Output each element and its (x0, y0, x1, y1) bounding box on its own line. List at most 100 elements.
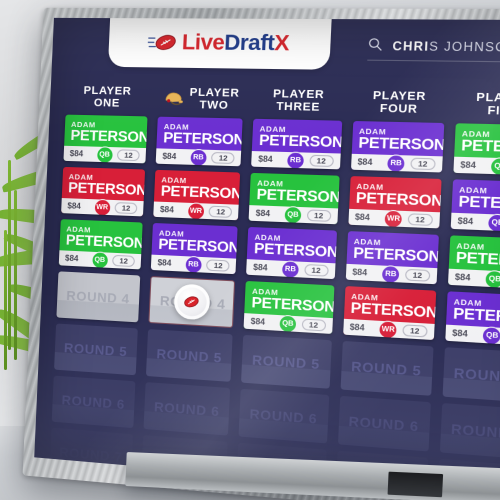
draft-pick-card[interactable]: ADAMPETERSON$84QB12 (243, 280, 335, 334)
player-position-badge: QB (278, 314, 298, 333)
draft-board: ADAM PETERSON $84 QB 12 ADAM PETERSON $84 RB 12 AD… (34, 114, 500, 500)
player-price: $84 (454, 272, 471, 283)
round-slot-label: ROUND 5 (156, 345, 223, 366)
plant-stem (4, 230, 7, 370)
football-icon (181, 294, 202, 309)
player-position-badge: RB (380, 264, 401, 284)
search-input[interactable]: CHRIS JOHNSON (392, 41, 500, 55)
player-last-name: PETERSON (460, 137, 500, 158)
draft-pick-card[interactable]: ADAM PETERSON $84 RB 12 (350, 120, 445, 173)
brand-part-x: X (273, 30, 290, 56)
card-stats-bar: $84QB12 (445, 324, 500, 347)
player-last-name: PETERSON (458, 193, 500, 215)
player-rank: 12 (208, 205, 233, 218)
round-slot-label: ROUND 6 (450, 420, 500, 442)
player-rank: 12 (114, 202, 138, 215)
card-name-area: ADAM PETERSON (349, 176, 441, 212)
empty-round-slot[interactable]: ROUND 5 (241, 334, 332, 389)
football-helmet-icon (163, 91, 183, 107)
player-position-badge: RB (184, 255, 203, 274)
column-header-player-1[interactable]: PLAYER ONE (66, 78, 150, 116)
column-header-player-2[interactable]: PLAYER TWO (158, 80, 245, 119)
player-price: $84 (67, 201, 81, 211)
round-slot-label: ROUND 5 (63, 339, 128, 359)
player-rank: 12 (301, 318, 326, 332)
draft-pick-card[interactable]: ADAMPETERSON$84QB12 (58, 219, 143, 270)
draft-pick-card[interactable]: ADAMPETERSON$84QB12 (445, 291, 500, 347)
player-position-badge: QB (90, 250, 109, 269)
empty-round-slot[interactable]: ROUND 5 (442, 347, 500, 404)
card-name-area: ADAM PETERSON (449, 235, 500, 273)
card-name-area: ADAM PETERSON (454, 123, 500, 159)
column-header-line1: PLAYER (83, 84, 132, 98)
player-price: $84 (452, 328, 468, 339)
draft-pick-card[interactable]: ADAMPETERSON$84QB12 (248, 172, 340, 225)
brand-part-draft: Draft (223, 30, 276, 55)
draft-pick-card[interactable]: ADAMPETERSON$84QB12 (447, 235, 500, 290)
player-price: $84 (157, 257, 172, 268)
column-header-line1: PLAYER (476, 91, 500, 106)
empty-round-slot[interactable]: ROUND 5 (340, 340, 434, 396)
player-rank: 12 (407, 213, 433, 226)
search-bar[interactable]: CHRIS JOHNSON (367, 37, 500, 59)
draft-pick-card[interactable]: ADAM PETERSON $84 WR 12 (61, 166, 146, 217)
draft-pick-card[interactable]: ADAM PETERSON $84 WR 12 (153, 169, 241, 221)
player-price: $84 (159, 204, 175, 215)
draft-pick-card[interactable]: ADAMPETERSON$84QB12 (453, 123, 500, 176)
empty-round-slot[interactable]: ROUND 5 (54, 323, 139, 376)
card-name-area: ADAM PETERSON (343, 286, 436, 324)
round-slot-label: ROUND 6 (153, 398, 220, 419)
player-last-name: PETERSON (67, 180, 146, 200)
draft-pick-card[interactable]: ADAMPETERSON$84QB12 (450, 179, 500, 233)
empty-round-slot[interactable]: ROUND 6 (143, 382, 231, 436)
column-header-player-5[interactable]: PLAYER FIVE (456, 84, 500, 125)
card-stats-bar: $84QB12 (447, 268, 500, 290)
column-header-player-4[interactable]: PLAYER FOUR (353, 83, 446, 123)
column-header-line1: PLAYER (272, 87, 325, 102)
empty-round-slot[interactable]: ROUND 6 (238, 388, 329, 444)
column-header-label: PLAYER THREE (272, 87, 325, 114)
card-name-area: ADAM PETERSON (351, 121, 444, 156)
player-rank: 12 (306, 209, 331, 222)
player-last-name: PETERSON (160, 183, 241, 203)
column-header-line2: THREE (275, 100, 321, 114)
column-header-label: PLAYER ONE (83, 84, 132, 110)
card-name-area: ADAM PETERSON (157, 117, 243, 151)
draft-pick-card[interactable]: ADAMPETERSON$84QB12 (63, 114, 148, 164)
empty-round-slot[interactable]: ROUND 6 (337, 395, 431, 452)
player-position-badge: QB (490, 156, 500, 176)
draft-pick-card[interactable]: ADAM PETERSON $84 RB 12 (345, 231, 439, 285)
player-price: $84 (253, 262, 268, 273)
draft-pick-card[interactable]: ADAM PETERSON $84 WR 12 (342, 286, 437, 341)
empty-round-slot[interactable]: ROUND 4 (56, 271, 141, 323)
app-header: LiveDraftX CHRIS JOHNSON (51, 17, 500, 80)
draft-pick-card[interactable]: ADAM PETERSON $84 RB 12 (150, 222, 239, 275)
player-last-name: PETERSON (253, 240, 337, 262)
draft-pick-card[interactable]: ADAM PETERSON $84 WR 12 (347, 176, 442, 229)
card-stats-bar: $84 RB 12 (350, 153, 443, 173)
draft-pick-card[interactable]: ADAM PETERSON $84 RB 12 (251, 118, 342, 170)
empty-round-slot[interactable]: ROUND 4 (148, 276, 236, 329)
column-header-line1: PLAYER (372, 89, 427, 104)
player-price: $84 (69, 148, 84, 159)
empty-round-slot[interactable]: ROUND 6 (439, 403, 500, 460)
search-underline (367, 59, 500, 64)
player-rank: 12 (410, 157, 436, 171)
card-name-area: ADAM PETERSON (250, 173, 339, 209)
draft-pick-card[interactable]: ADAM PETERSON $84 RB 12 (246, 226, 337, 280)
player-position-badge: RB (386, 153, 407, 173)
card-stats-bar: $84 RB 12 (150, 254, 237, 275)
draft-pick-card[interactable]: ADAM PETERSON $84 RB 12 (155, 116, 244, 167)
round-slot-label: ROUND 6 (249, 405, 318, 427)
card-stats-bar: $84 RB 12 (246, 259, 336, 280)
brand-logo[interactable]: LiveDraftX (107, 17, 333, 70)
column-header-player-3[interactable]: PLAYER THREE (254, 81, 344, 120)
football-pick-cursor[interactable] (173, 283, 211, 321)
empty-round-slot[interactable]: ROUND 5 (146, 329, 234, 382)
player-last-name: PETERSON (452, 305, 500, 328)
football-icon (147, 31, 177, 53)
player-position-badge: WR (93, 198, 112, 217)
empty-round-slot[interactable]: ROUND 6 (51, 375, 136, 429)
round-slot-label: ROUND 5 (453, 364, 500, 385)
player-last-name: PETERSON (258, 132, 342, 152)
